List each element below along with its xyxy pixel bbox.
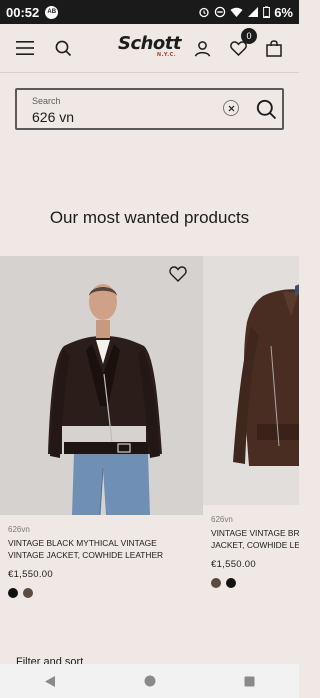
product-name-line1[interactable]: VINTAGE BLACK MYTHICAL VINTAGE [8, 537, 195, 549]
section-title: Our most wanted products [49, 208, 250, 227]
account-button[interactable] [191, 37, 213, 59]
search-label: Search [32, 96, 61, 106]
product-brand: 626vn [211, 515, 233, 524]
product-name-line1[interactable]: VINTAGE VINTAGE BR [211, 527, 299, 539]
user-icon [194, 40, 210, 57]
wishlist-count-badge: 0 [241, 28, 257, 44]
search-field[interactable]: Search 626 vn [15, 88, 284, 130]
menu-button[interactable] [14, 37, 36, 59]
battery-icon [263, 6, 271, 18]
brand-logo[interactable]: Schott N.Y.C. [117, 33, 182, 59]
recents-icon[interactable] [244, 676, 255, 687]
system-nav-bar [0, 664, 299, 698]
product-photo-brown-leather-jacket [203, 256, 299, 505]
product-card[interactable]: 626vn VINTAGE VINTAGE BR JACKET, COWHIDE… [203, 256, 299, 588]
product-name-line2[interactable]: JACKET, COWHIDE LE [211, 539, 299, 551]
status-bar: 00:52 AB 6% [0, 0, 299, 24]
search-submit-button[interactable] [253, 95, 279, 123]
logo-text: Schott [117, 33, 182, 54]
product-name-line2[interactable]: VINTAGE JACKET, COWHIDE LEATHER [8, 549, 195, 561]
header-divider [0, 72, 299, 73]
hamburger-icon [16, 41, 34, 55]
add-to-wishlist-button[interactable] [169, 266, 189, 284]
product-price: €1,550.00 [211, 559, 256, 570]
product-info: 626vn VINTAGE VINTAGE BR JACKET, COWHIDE… [203, 505, 299, 588]
wifi-icon [230, 7, 243, 17]
clear-search-button[interactable] [223, 100, 239, 116]
status-time: 00:52 [6, 4, 40, 20]
site-header: Schott N.Y.C. 0 [0, 24, 299, 72]
color-swatch-brown[interactable] [211, 578, 221, 588]
status-icons: 6% [198, 5, 293, 20]
product-image[interactable] [0, 256, 203, 516]
home-icon[interactable] [144, 675, 156, 687]
dnd-icon [214, 6, 226, 18]
color-swatches [8, 588, 195, 598]
close-icon [228, 105, 234, 111]
product-card[interactable]: 626vn VINTAGE BLACK MYTHICAL VINTAGE VIN… [0, 256, 203, 598]
color-swatch-black[interactable] [226, 578, 236, 588]
product-photo-man-leather-jacket [0, 256, 203, 516]
back-icon[interactable] [44, 675, 56, 688]
color-swatch-black[interactable] [8, 588, 18, 598]
product-image[interactable] [203, 256, 299, 505]
search-input[interactable]: 626 vn [32, 109, 74, 125]
signal-icon [248, 7, 259, 17]
screen: 00:52 AB 6% Schott N.Y.C. 0 Search 626 v… [0, 0, 299, 698]
battery-percent: 6% [274, 4, 293, 20]
color-swatches [211, 578, 299, 588]
notification-icon: AB [45, 5, 59, 19]
heart-icon [169, 266, 187, 282]
cart-button[interactable] [263, 37, 285, 59]
color-swatch-brown[interactable] [23, 588, 33, 598]
wishlist-button[interactable]: 0 [227, 28, 257, 59]
header-actions: 0 [191, 28, 285, 59]
header-search-button[interactable] [52, 37, 74, 59]
search-icon [256, 99, 276, 119]
product-info: 626vn VINTAGE BLACK MYTHICAL VINTAGE VIN… [0, 515, 203, 598]
search-icon [55, 40, 71, 56]
shopping-bag-icon [266, 39, 282, 57]
alarm-icon [199, 7, 209, 18]
product-price: €1,550.00 [8, 569, 53, 580]
product-brand: 626vn [8, 525, 30, 534]
